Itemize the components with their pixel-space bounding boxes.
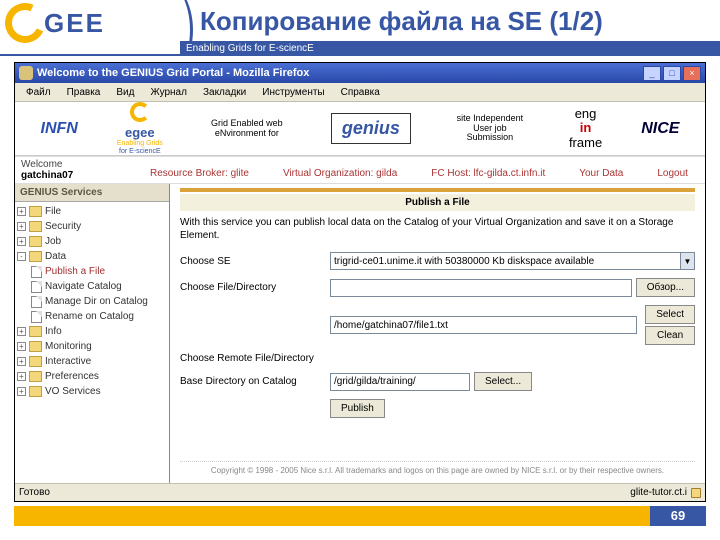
tree-node-monitoring[interactable]: +Monitoring	[17, 339, 167, 354]
egee-mini-swirl-icon	[130, 102, 150, 122]
window-title: Welcome to the GENIUS Grid Portal - Mozi…	[37, 67, 643, 79]
label-base-dir: Base Directory on Catalog	[180, 376, 330, 387]
copyright-text: Copyright © 1998 - 2005 Nice s.r.l. All …	[180, 461, 695, 479]
tree-node-interactive[interactable]: +Interactive	[17, 354, 167, 369]
doc-icon	[31, 311, 42, 323]
tree-node-preferences[interactable]: +Preferences	[17, 369, 167, 384]
menu-help[interactable]: Справка	[334, 85, 387, 100]
welcome-box: Welcomegatchina07	[15, 157, 133, 183]
chevron-down-icon: ▼	[680, 253, 694, 269]
select-se[interactable]: trigrid-ce01.unime.it with 50380000 Kb d…	[330, 252, 695, 270]
logo-strip: INFN egee Enabling Grids for E-sciencE G…	[15, 102, 705, 156]
browse-button[interactable]: Обзор...	[636, 278, 695, 297]
browser-window: Welcome to the GENIUS Grid Portal - Mozi…	[14, 62, 706, 502]
nav-logout[interactable]: Logout	[657, 168, 688, 179]
publish-button[interactable]: Publish	[330, 399, 385, 418]
label-choose-se: Choose SE	[180, 256, 330, 267]
menu-tools[interactable]: Инструменты	[255, 85, 331, 100]
input-file-browse[interactable]	[330, 279, 632, 297]
folder-icon	[29, 326, 42, 337]
tree-node-data[interactable]: -Data	[17, 249, 167, 264]
menu-bookmarks[interactable]: Закладки	[196, 85, 253, 100]
nav-fc-host[interactable]: FC Host: lfc-gilda.ct.infn.it	[431, 168, 545, 179]
clean-button[interactable]: Clean	[645, 326, 695, 345]
tree-node-manage[interactable]: Manage Dir on Catalog	[17, 294, 167, 309]
tree-pane: GENIUS Services +File +Security +Job -Da…	[15, 184, 170, 483]
menu-file[interactable]: Файл	[19, 85, 58, 100]
tree-node-job[interactable]: +Job	[17, 234, 167, 249]
grid-env-text: Grid Enabled web eNvironment for	[202, 119, 292, 139]
lock-icon	[691, 488, 701, 498]
folder-icon	[29, 236, 42, 247]
folder-icon	[29, 356, 42, 367]
nav-row: Welcomegatchina07 Resource Broker: glite…	[15, 156, 705, 184]
tree-node-vo[interactable]: +VO Services	[17, 384, 167, 399]
logo-genius: genius	[331, 113, 411, 144]
close-button[interactable]: ×	[683, 66, 701, 81]
tree-node-publish[interactable]: Publish a File	[17, 264, 167, 279]
page-number: 69	[650, 506, 706, 526]
status-text: Готово	[19, 487, 630, 498]
window-titlebar: Welcome to the GENIUS Grid Portal - Mozi…	[15, 63, 705, 83]
folder-icon	[29, 206, 42, 217]
menu-view[interactable]: Вид	[109, 85, 141, 100]
label-choose-file: Choose File/Directory	[180, 282, 330, 293]
status-host: glite-tutor.ct.i	[630, 487, 687, 498]
folder-icon	[29, 371, 42, 382]
menu-edit[interactable]: Правка	[60, 85, 108, 100]
app-icon	[19, 66, 33, 80]
input-file-path[interactable]	[330, 316, 637, 334]
footer-bar	[14, 506, 650, 526]
label-remote-file: Choose Remote File/Directory	[180, 353, 330, 364]
nav-your-data[interactable]: Your Data	[579, 168, 623, 179]
select-button[interactable]: Select	[645, 305, 695, 324]
nav-resource-broker[interactable]: Resource Broker: glite	[150, 168, 249, 179]
slide-header: GEE Копирование файла на SE (1/2) Enabli…	[0, 0, 720, 56]
logo-enginframe: enginframe	[569, 107, 602, 150]
panel-title: Publish a File	[180, 194, 695, 211]
folder-open-icon	[29, 251, 42, 262]
tree-node-rename[interactable]: Rename on Catalog	[17, 309, 167, 324]
tree-title: GENIUS Services	[15, 184, 169, 202]
egee-logo: GEE	[0, 0, 168, 56]
menubar: Файл Правка Вид Журнал Закладки Инструме…	[15, 83, 705, 102]
doc-icon	[31, 281, 42, 293]
folder-icon	[29, 341, 42, 352]
site-indep-text: site Independent User job Submission	[450, 114, 530, 144]
logo-nice: NICE	[641, 120, 679, 138]
doc-icon	[31, 296, 42, 308]
tree-node-file[interactable]: +File	[17, 204, 167, 219]
tree-node-info[interactable]: +Info	[17, 324, 167, 339]
accent-line	[180, 188, 695, 192]
slide-subtitle: Enabling Grids for E-sciencE	[180, 41, 720, 56]
slide-title: Копирование файла на SE (1/2)	[200, 6, 603, 37]
tree-node-navigate[interactable]: Navigate Catalog	[17, 279, 167, 294]
slide-footer: 69	[0, 502, 720, 530]
logo-infn: INFN	[41, 120, 78, 138]
doc-icon	[31, 266, 42, 278]
tree-node-security[interactable]: +Security	[17, 219, 167, 234]
panel-description: With this service you can publish local …	[180, 217, 695, 242]
content-pane: Publish a File With this service you can…	[170, 184, 705, 483]
folder-icon	[29, 386, 42, 397]
statusbar: Готово glite-tutor.ct.i	[15, 483, 705, 501]
input-base-dir[interactable]	[330, 373, 470, 391]
egee-logo-text: GEE	[44, 8, 105, 39]
folder-icon	[29, 221, 42, 232]
maximize-button[interactable]: □	[663, 66, 681, 81]
select-dir-button[interactable]: Select...	[474, 372, 532, 391]
nav-virtual-org[interactable]: Virtual Organization: gilda	[283, 168, 397, 179]
logo-egee-small: egee Enabling Grids for E-sciencE	[117, 102, 163, 156]
menu-history[interactable]: Журнал	[143, 85, 194, 100]
minimize-button[interactable]: _	[643, 66, 661, 81]
